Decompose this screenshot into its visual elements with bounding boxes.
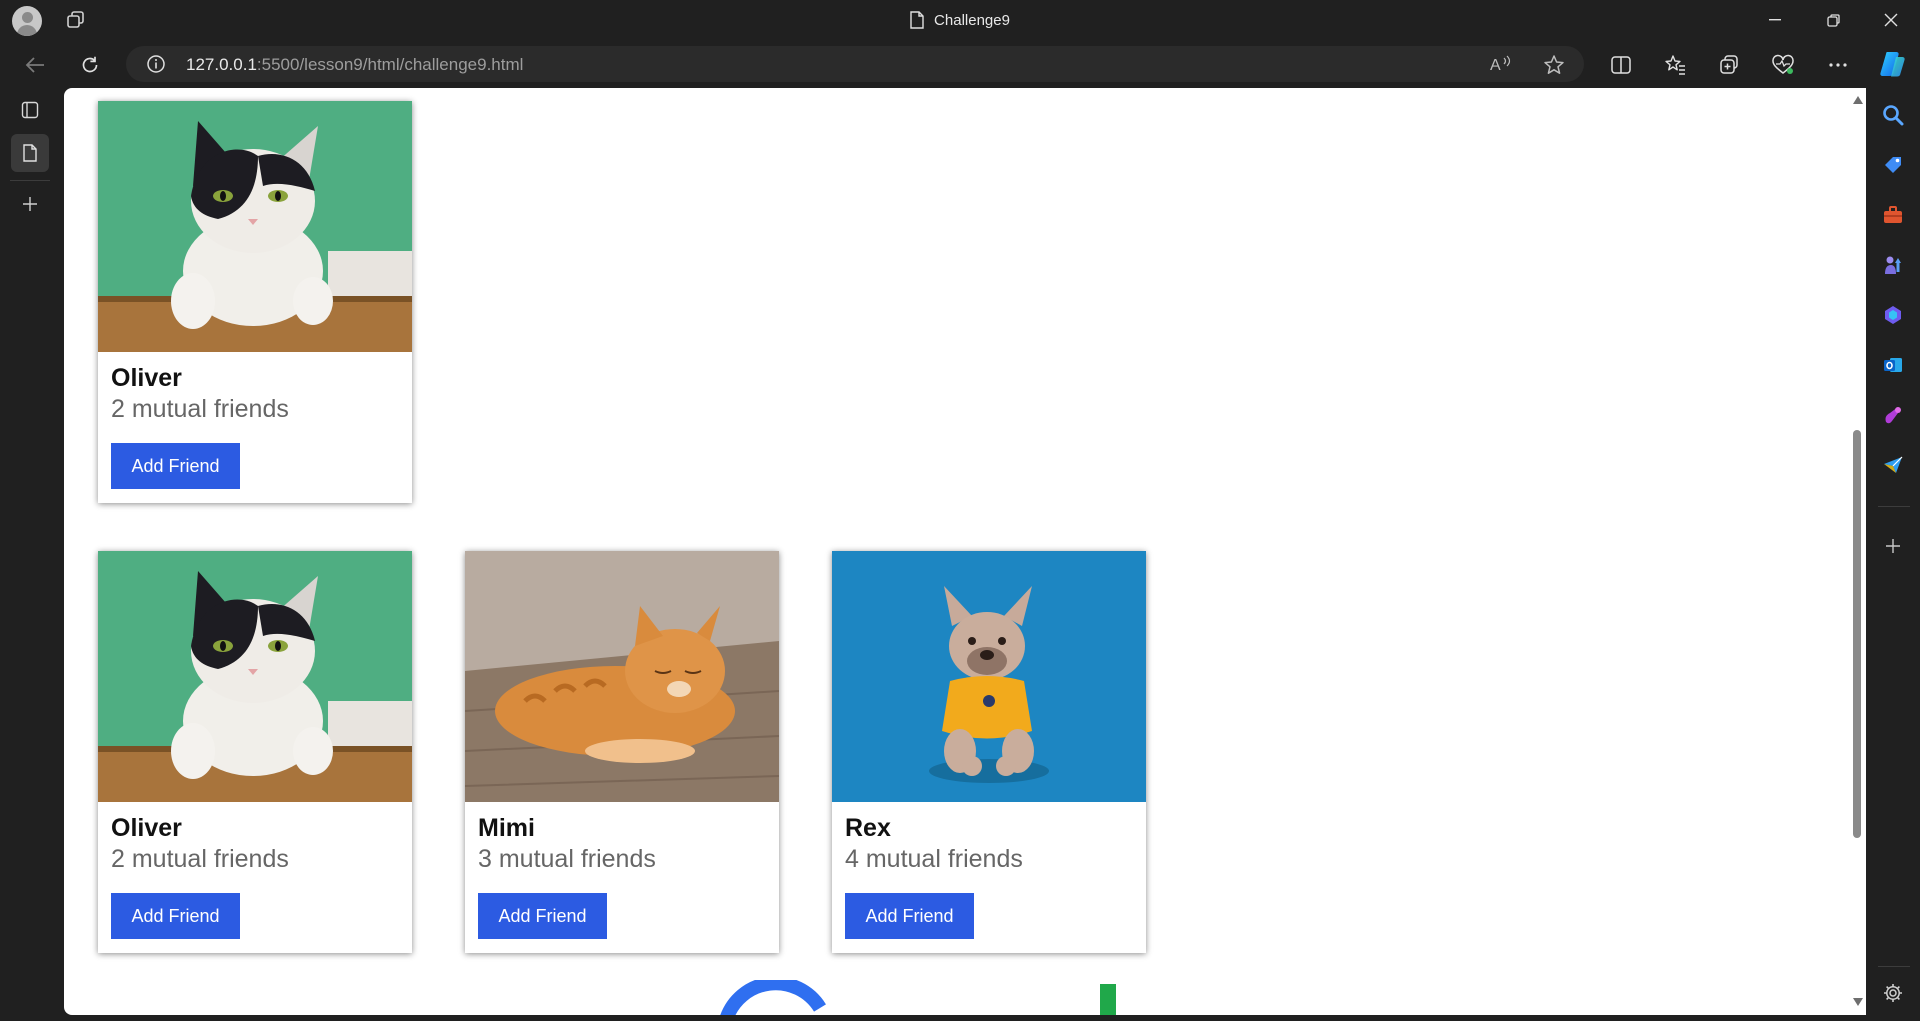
tab-challenge9[interactable] [11, 134, 49, 172]
back-arrow-icon[interactable] [20, 50, 50, 80]
url-text[interactable]: 127.0.0.1:5500/lesson9/html/challenge9.h… [186, 55, 523, 75]
window-title: Challenge9 [934, 11, 1010, 29]
partial-green-bar [1100, 984, 1116, 1015]
add-friend-button[interactable]: Add Friend [478, 893, 607, 939]
mutual-friends-text: 2 mutual friends [111, 845, 289, 873]
title-bar: Challenge9 [0, 0, 1920, 40]
friend-name: Mimi [478, 814, 535, 842]
friend-name: Oliver [111, 814, 182, 842]
favorites-icon[interactable] [1660, 50, 1690, 80]
profile-avatar[interactable] [12, 6, 42, 36]
cat-photo [98, 101, 412, 352]
friend-card: Rex 4 mutual friends Add Friend [832, 551, 1146, 953]
copilot-sidebar-icon[interactable] [1878, 300, 1908, 330]
refresh-icon[interactable] [75, 50, 105, 80]
browser-toolbar: 127.0.0.1:5500/lesson9/html/challenge9.h… [0, 40, 1920, 88]
edge-sidebar [1866, 88, 1920, 1021]
url-host: 127.0.0.1 [186, 55, 257, 74]
friend-name: Oliver [111, 364, 182, 392]
search-icon[interactable] [1878, 100, 1908, 130]
scroll-thumb[interactable] [1853, 430, 1861, 838]
site-info-icon[interactable] [146, 54, 166, 79]
games-icon[interactable] [1878, 250, 1908, 280]
add-friend-button[interactable]: Add Friend [111, 443, 240, 489]
dog-photo [832, 551, 1146, 802]
copilot-icon[interactable] [1876, 47, 1910, 81]
read-aloud-icon[interactable]: A [1490, 54, 1512, 79]
drop-send-icon[interactable] [1878, 450, 1908, 480]
divider [1878, 966, 1910, 967]
sidebar-settings-gear-icon[interactable] [1878, 978, 1908, 1008]
browser-essentials-icon[interactable] [1768, 50, 1798, 80]
minimize-button[interactable] [1746, 0, 1804, 40]
orange-cat-photo [465, 551, 779, 802]
mutual-friends-text: 4 mutual friends [845, 845, 1023, 873]
tab-actions-icon[interactable] [11, 91, 49, 129]
favorite-star-icon[interactable] [1543, 54, 1565, 81]
add-friend-button[interactable]: Add Friend [845, 893, 974, 939]
restore-button[interactable] [1804, 0, 1862, 40]
close-button[interactable] [1862, 0, 1920, 40]
workspaces-icon[interactable] [66, 10, 86, 30]
more-options-icon[interactable] [1823, 50, 1853, 80]
page-viewport: Oliver 2 mutual friends Add Friend Olive… [64, 88, 1848, 1015]
split-screen-icon[interactable] [1606, 50, 1636, 80]
add-friend-button[interactable]: Add Friend [111, 893, 240, 939]
partial-logo-arc [720, 980, 826, 1015]
friend-card: Oliver 2 mutual friends Add Friend [98, 101, 412, 503]
shopping-tag-icon[interactable] [1878, 150, 1908, 180]
friend-name: Rex [845, 814, 891, 842]
vertical-tabs-bar [0, 88, 60, 1021]
scroll-down-arrow-icon[interactable] [1853, 998, 1863, 1006]
cat-photo [98, 551, 412, 802]
divider [1878, 506, 1910, 507]
mutual-friends-text: 2 mutual friends [111, 395, 289, 423]
new-tab-plus-icon[interactable] [11, 185, 49, 223]
tools-icon[interactable] [1878, 200, 1908, 230]
collections-icon[interactable] [1714, 50, 1744, 80]
designer-icon[interactable] [1878, 400, 1908, 430]
outlook-icon[interactable] [1878, 350, 1908, 380]
divider [10, 180, 50, 181]
friend-card: Oliver 2 mutual friends Add Friend [98, 551, 412, 953]
scroll-up-arrow-icon[interactable] [1853, 96, 1863, 104]
add-sidebar-app-icon[interactable] [1878, 531, 1908, 561]
page-scrollbar[interactable] [1848, 88, 1866, 1015]
page-document-icon [910, 11, 924, 29]
address-bar[interactable]: 127.0.0.1:5500/lesson9/html/challenge9.h… [126, 46, 1584, 82]
svg-text:A: A [1490, 57, 1501, 74]
friend-card: Mimi 3 mutual friends Add Friend [465, 551, 779, 953]
page-document-icon [23, 144, 37, 162]
url-path: :5500/lesson9/html/challenge9.html [256, 55, 524, 74]
mutual-friends-text: 3 mutual friends [478, 845, 656, 873]
